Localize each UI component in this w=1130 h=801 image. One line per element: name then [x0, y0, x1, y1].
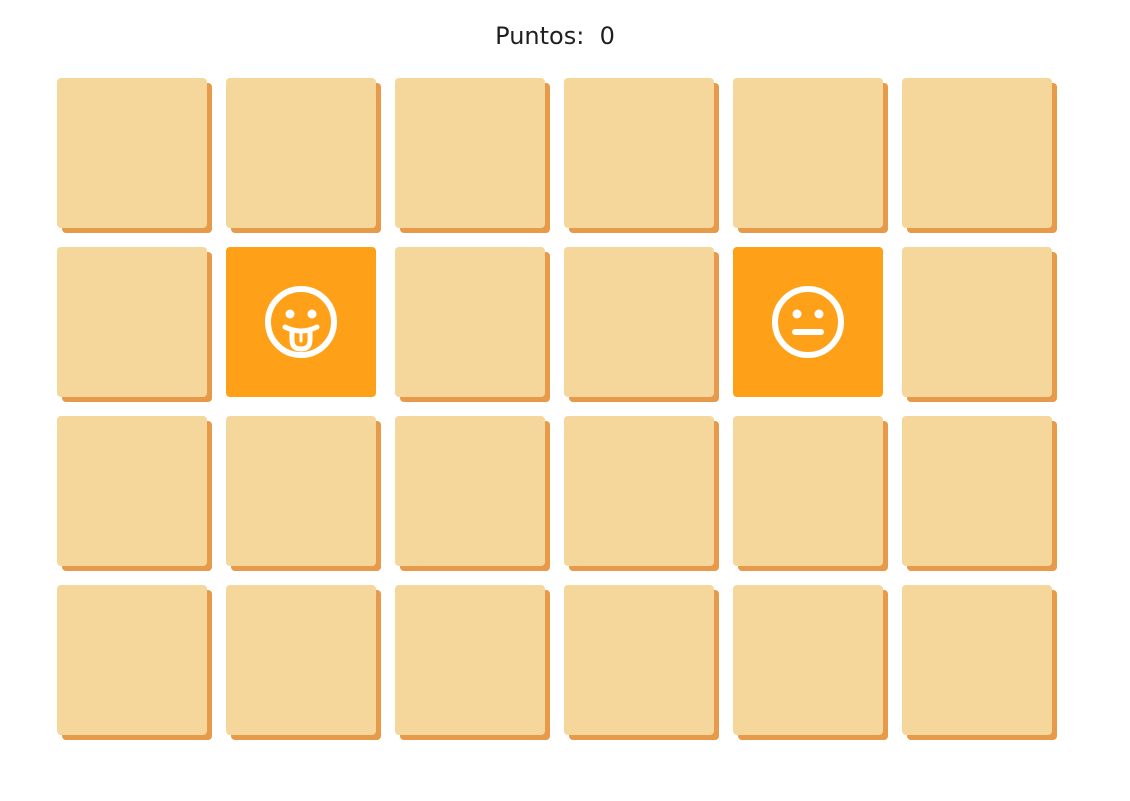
card-r2c1[interactable] — [57, 247, 207, 397]
card-r2c5[interactable] — [733, 247, 883, 397]
card-r4c2[interactable] — [226, 585, 376, 735]
neutral-face-icon — [770, 284, 846, 360]
card-r3c3[interactable] — [395, 416, 545, 566]
card-r4c4[interactable] — [564, 585, 714, 735]
card-r3c4[interactable] — [564, 416, 714, 566]
card-r3c5[interactable] — [733, 416, 883, 566]
card-r2c2[interactable] — [226, 247, 376, 397]
card-grid — [57, 78, 1052, 735]
card-r4c6[interactable] — [902, 585, 1052, 735]
card-r3c2[interactable] — [226, 416, 376, 566]
card-r4c1[interactable] — [57, 585, 207, 735]
card-r1c1[interactable] — [57, 78, 207, 228]
tongue-out-face-icon — [263, 284, 339, 360]
score-label: Puntos: — [495, 22, 585, 50]
card-r2c3[interactable] — [395, 247, 545, 397]
card-r1c4[interactable] — [564, 78, 714, 228]
score-display: Puntos: 0 — [0, 20, 1110, 52]
card-r1c3[interactable] — [395, 78, 545, 228]
card-r2c4[interactable] — [564, 247, 714, 397]
card-r4c3[interactable] — [395, 585, 545, 735]
score-value: 0 — [599, 22, 615, 50]
card-r1c2[interactable] — [226, 78, 376, 228]
card-r3c1[interactable] — [57, 416, 207, 566]
card-r3c6[interactable] — [902, 416, 1052, 566]
card-r1c5[interactable] — [733, 78, 883, 228]
card-r4c5[interactable] — [733, 585, 883, 735]
card-r2c6[interactable] — [902, 247, 1052, 397]
card-r1c6[interactable] — [902, 78, 1052, 228]
